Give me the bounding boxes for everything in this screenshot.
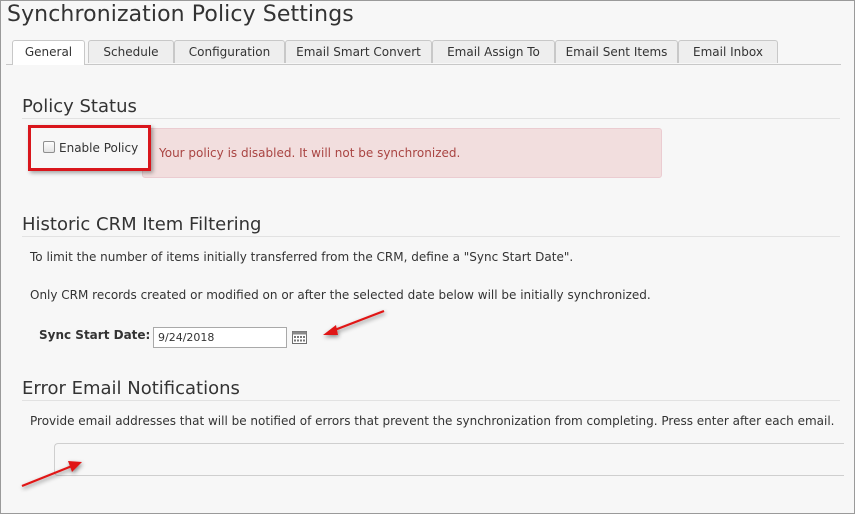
tab-email-smart-convert[interactable]: Email Smart Convert <box>285 40 432 63</box>
red-arrow-annotation <box>323 309 385 335</box>
tab-email-assign-to[interactable]: Email Assign To <box>432 40 555 63</box>
historic-description-2: Only CRM records created or modified on … <box>30 288 651 302</box>
enable-policy-checkbox[interactable] <box>43 141 55 153</box>
tab-general[interactable]: General <box>12 40 85 65</box>
red-arrow-annotation <box>21 461 82 488</box>
tab-schedule[interactable]: Schedule <box>88 40 174 63</box>
page-title: Synchronization Policy Settings <box>7 2 354 27</box>
section-divider <box>22 236 840 237</box>
policy-status-heading: Policy Status <box>22 96 137 117</box>
tab-email-inbox[interactable]: Email Inbox <box>678 40 778 63</box>
tab-email-sent-items[interactable]: Email Sent Items <box>555 40 678 63</box>
tab-configuration[interactable]: Configuration <box>174 40 285 63</box>
section-divider <box>22 118 840 119</box>
error-email-input[interactable] <box>54 443 844 476</box>
error-email-description: Provide email addresses that will be not… <box>30 414 835 428</box>
tab-bar: General Schedule Configuration Email Sma… <box>6 40 841 65</box>
historic-filtering-heading: Historic CRM Item Filtering <box>22 214 262 235</box>
section-divider <box>22 400 840 401</box>
historic-description-1: To limit the number of items initially t… <box>30 250 574 264</box>
enable-policy-label[interactable]: Enable Policy <box>59 141 138 155</box>
policy-disabled-alert-text: Your policy is disabled. It will not be … <box>159 146 461 160</box>
calendar-icon[interactable] <box>292 331 307 344</box>
sync-start-date-label: Sync Start Date: <box>39 328 151 342</box>
error-email-heading: Error Email Notifications <box>22 378 240 399</box>
sync-start-date-input[interactable]: 9/24/2018 <box>153 327 287 348</box>
